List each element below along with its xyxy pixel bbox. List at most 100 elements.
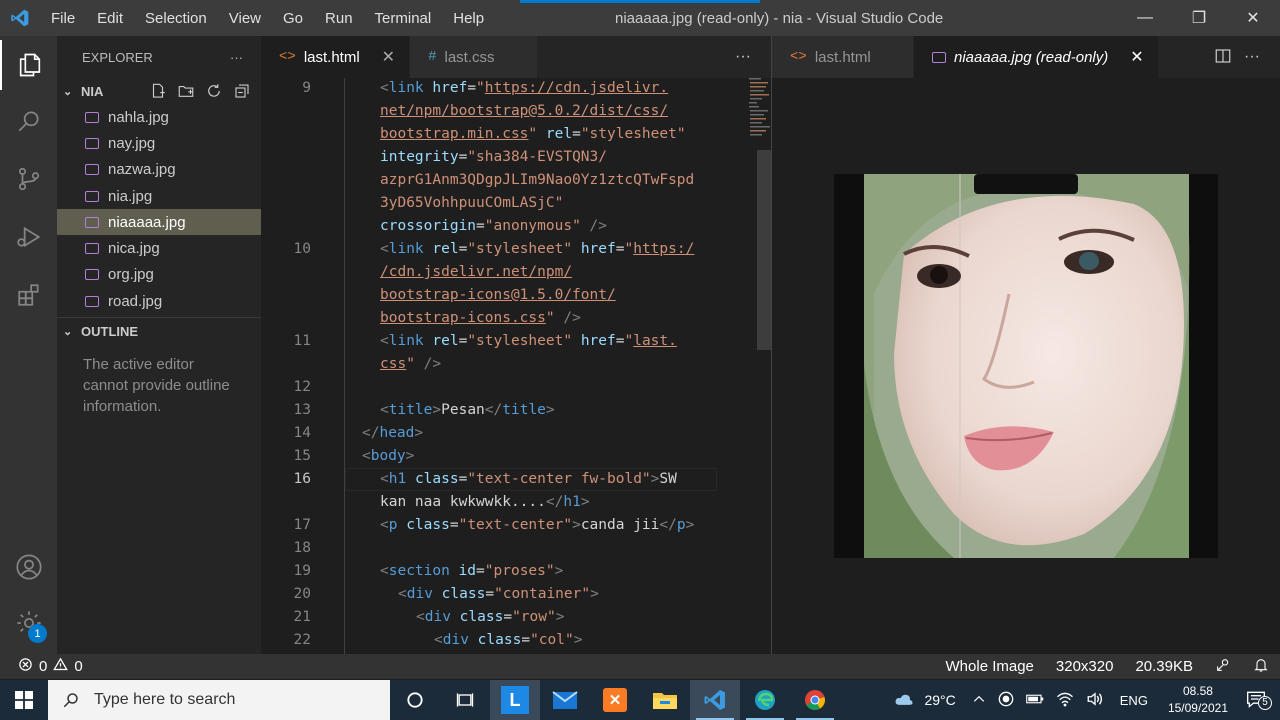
file-name: nica.jpg [108, 240, 160, 258]
minimize-button[interactable]: — [1118, 0, 1172, 36]
file-item[interactable]: niaaaaa.jpg [57, 209, 261, 236]
task-view-icon[interactable] [440, 680, 490, 720]
new-file-icon[interactable] [149, 82, 167, 100]
menu-file[interactable]: File [40, 10, 86, 27]
windows-start-icon[interactable] [0, 680, 48, 720]
tab-label: last.css [444, 48, 495, 66]
image-file-icon [85, 190, 99, 202]
tab-last-html-right[interactable]: <> last.html [772, 36, 914, 78]
chevron-up-icon[interactable] [966, 692, 992, 709]
account-icon[interactable] [0, 542, 57, 592]
code-line: bootstrap-icons@1.5.0/font/ [380, 287, 616, 303]
close-tab-icon[interactable]: ✕ [382, 47, 395, 67]
menu-go[interactable]: Go [272, 10, 314, 27]
folder-toolbar [149, 82, 261, 100]
tab-label: niaaaaa.jpg (read-only) [954, 48, 1109, 66]
outline-section-header[interactable]: ⌄ OUTLINE [57, 318, 261, 344]
code-line: <title>Pesan</title> [380, 402, 555, 418]
feedback-icon[interactable] [1204, 657, 1242, 677]
menu-selection[interactable]: Selection [134, 10, 218, 27]
menu-terminal[interactable]: Terminal [364, 10, 443, 27]
split-editor-icon[interactable] [1214, 47, 1232, 70]
refresh-icon[interactable] [205, 82, 223, 100]
restore-button[interactable]: ❐ [1172, 0, 1226, 36]
settings-gear-icon[interactable] [0, 598, 57, 648]
line-number: 21 [293, 609, 311, 625]
search-icon[interactable] [0, 96, 57, 146]
tab-label: last.html [303, 48, 360, 66]
file-item[interactable]: nazwa.jpg [57, 157, 261, 183]
explorer-sidebar: EXPLORER ··· ⌄ NIA nahla.jpg nay.jpg nazwa… [57, 36, 261, 654]
explorer-icon[interactable] [0, 40, 57, 90]
editor-more-actions-button[interactable]: ··· [735, 48, 751, 66]
chevron-down-icon: ⌄ [63, 325, 73, 338]
zoom-status[interactable]: Whole Image [935, 658, 1045, 675]
collapse-all-icon[interactable] [233, 82, 251, 100]
line-number: 13 [293, 402, 311, 418]
code-editor[interactable]: 9 10 11 12 13 14 15 16 17 18 19 20 21 22 <link href="… [261, 78, 771, 654]
line-number: 11 [293, 333, 311, 349]
source-control-icon[interactable] [0, 154, 57, 204]
taskbar-search-box[interactable]: Type here to search [48, 680, 390, 720]
chrome-browser-icon[interactable] [790, 680, 840, 720]
editor-scrollbar[interactable] [757, 150, 771, 350]
file-item[interactable]: nica.jpg [57, 235, 261, 261]
extensions-icon[interactable] [0, 270, 57, 320]
problems-indicator[interactable]: 0 0 [0, 657, 83, 676]
menu-help[interactable]: Help [442, 10, 495, 27]
menu-edit[interactable]: Edit [86, 10, 134, 27]
tab-niaaaaa-jpg[interactable]: niaaaaa.jpg (read-only) ✕ [914, 36, 1159, 78]
folder-section-header[interactable]: ⌄ NIA [57, 78, 261, 104]
run-debug-icon[interactable] [0, 212, 57, 262]
menu-bar: File Edit Selection View Go Run Terminal… [40, 10, 495, 27]
window-title: niaaaaa.jpg (read-only) - nia - Visual S… [615, 10, 944, 27]
editor-more-actions-button[interactable]: ··· [1244, 48, 1260, 66]
css-file-icon: # [428, 49, 437, 65]
file-item[interactable]: nia.jpg [57, 183, 261, 209]
file-explorer-icon[interactable] [640, 680, 690, 720]
file-name: niaaaaa.jpg [108, 213, 186, 231]
input-language[interactable]: ENG [1110, 693, 1158, 708]
new-folder-icon[interactable] [177, 82, 195, 100]
file-item[interactable]: org.jpg [57, 262, 261, 288]
status-bar: 0 0 Whole Image 320x320 20.39KB [0, 654, 1280, 679]
cortana-icon[interactable] [390, 680, 440, 720]
line-number: 12 [293, 379, 311, 395]
weather-cloud-icon[interactable] [888, 691, 920, 710]
image-file-icon [85, 216, 99, 228]
tab-last-css[interactable]: # last.css [410, 36, 539, 78]
close-window-button[interactable]: ✕ [1226, 0, 1280, 36]
code-line: net/npm/bootstrap@5.0.2/dist/css/ [380, 103, 669, 119]
xampp-app-icon[interactable]: ✕ [590, 680, 640, 720]
line-number: 17 [293, 517, 311, 533]
vscode-taskbar-icon[interactable] [690, 680, 740, 720]
image-file-icon [85, 164, 99, 176]
vscode-logo-icon[interactable] [0, 0, 40, 36]
line-number: 9 [302, 80, 311, 96]
taskbar-clock[interactable]: 08.58 15/09/2021 [1158, 683, 1238, 717]
explorer-more-button[interactable]: ··· [230, 50, 243, 65]
lync-app-icon[interactable]: L [490, 680, 540, 720]
record-icon[interactable] [992, 691, 1020, 710]
mail-app-icon[interactable] [540, 680, 590, 720]
warning-icon [53, 657, 69, 676]
menu-view[interactable]: View [218, 10, 272, 27]
file-item[interactable]: nahla.jpg [57, 104, 261, 130]
title-bar: File Edit Selection View Go Run Terminal… [0, 0, 1280, 36]
edge-browser-icon[interactable] [740, 680, 790, 720]
file-item[interactable]: nay.jpg [57, 130, 261, 156]
notifications-bell-icon[interactable] [1242, 657, 1280, 677]
battery-icon[interactable] [1020, 692, 1050, 709]
notification-center-icon[interactable]: 5 [1238, 690, 1280, 711]
file-name: org.jpg [108, 266, 154, 284]
code-line: bootstrap-icons.css" /> [380, 310, 581, 326]
wifi-icon[interactable] [1050, 691, 1080, 710]
tab-last-html[interactable]: <> last.html ✕ [261, 36, 411, 78]
line-number: 18 [293, 540, 311, 556]
close-tab-icon[interactable]: ✕ [1130, 47, 1143, 67]
volume-icon[interactable] [1080, 691, 1110, 710]
temperature[interactable]: 29°C [920, 692, 965, 708]
menu-run[interactable]: Run [314, 10, 364, 27]
file-item[interactable]: road.jpg [57, 288, 261, 314]
clock-date: 15/09/2021 [1167, 701, 1228, 715]
